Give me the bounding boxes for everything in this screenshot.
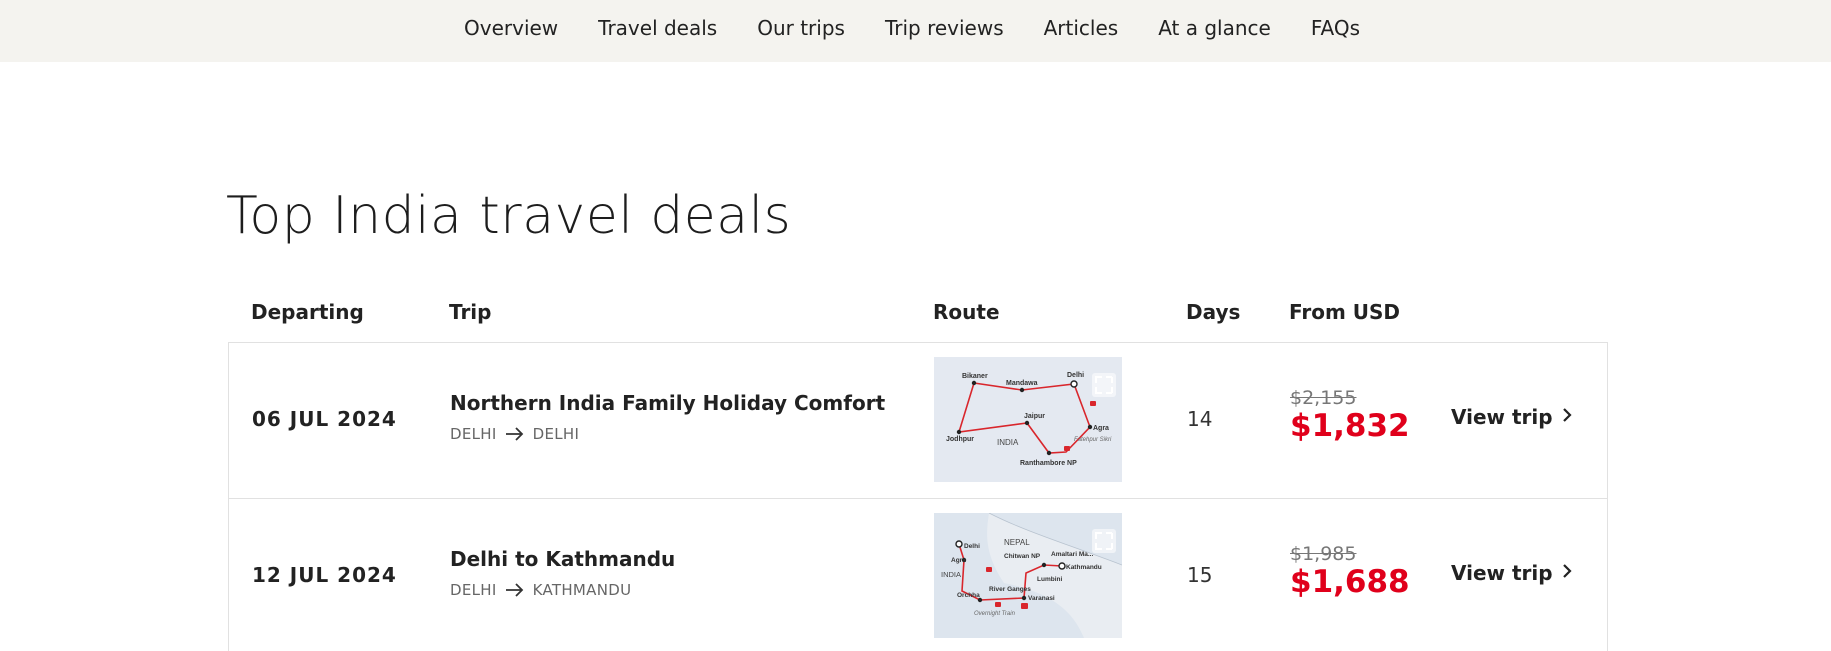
view-trip-button[interactable]: View trip — [1451, 405, 1573, 429]
map-label: River Ganges — [989, 586, 1031, 593]
top-navigation: Overview Travel deals Our trips Trip rev… — [0, 0, 1831, 62]
arrow-right-icon — [505, 583, 525, 597]
map-label: Delhi — [964, 543, 980, 550]
header-trip: Trip — [449, 300, 492, 324]
map-label: Overnight Train — [974, 611, 1016, 617]
price-cell: $1,985 $1,688 — [1290, 543, 1410, 601]
map-label: Orchha — [957, 592, 980, 599]
table-body: 06 JUL 2024 Northern India Family Holida… — [228, 342, 1608, 651]
map-label: Delhi — [1067, 372, 1084, 379]
trip-days: 14 — [1187, 407, 1213, 431]
arrow-right-icon — [505, 427, 525, 441]
page-title: Top India travel deals — [226, 186, 792, 246]
header-price: From USD — [1289, 300, 1401, 324]
map-label: Lumbini — [1037, 576, 1062, 583]
expand-icon[interactable] — [1092, 373, 1116, 397]
header-route: Route — [933, 300, 1000, 324]
trip-cell: Delhi to Kathmandu DELHI KATHMANDU — [450, 547, 675, 599]
nav-overview[interactable]: Overview — [464, 16, 558, 40]
sale-price: $1,832 — [1290, 408, 1410, 444]
expand-icon[interactable] — [1092, 529, 1116, 553]
map-label: Amaltari Ma... — [1051, 551, 1093, 558]
trip-endpoints: DELHI DELHI — [450, 425, 885, 443]
map-label: Fatehpur Sikri — [1074, 437, 1112, 443]
map-label: INDIA — [997, 438, 1019, 447]
map-label: Bikaner — [962, 373, 988, 380]
map-label: Chitwan NP — [1004, 553, 1041, 560]
trip-start: DELHI — [450, 581, 497, 599]
sale-price: $1,688 — [1290, 564, 1410, 600]
map-label: Ranthambore NP — [1020, 460, 1077, 467]
table-row: 06 JUL 2024 Northern India Family Holida… — [229, 343, 1607, 499]
trip-end: DELHI — [532, 425, 580, 443]
map-label: Jodhpur — [946, 436, 974, 443]
trip-end: KATHMANDU — [532, 581, 632, 599]
route-map[interactable]: Bikaner Mandawa Delhi Jaipur Agra Fatehp… — [934, 357, 1122, 482]
map-label: Kathmandu — [1066, 564, 1102, 571]
view-trip-label: View trip — [1451, 405, 1553, 429]
map-label: INDIA — [941, 570, 961, 579]
original-price: $1,985 — [1290, 543, 1357, 565]
nav-at-a-glance[interactable]: At a glance — [1158, 16, 1271, 40]
route-map-graphic: Delhi NEPAL Agra Chitwan NP Amaltari Ma.… — [934, 513, 1122, 638]
trip-name[interactable]: Northern India Family Holiday Comfort — [450, 391, 885, 415]
view-trip-button[interactable]: View trip — [1451, 561, 1573, 585]
header-days: Days — [1186, 300, 1241, 324]
nav-our-trips[interactable]: Our trips — [757, 16, 845, 40]
nav-list: Overview Travel deals Our trips Trip rev… — [464, 16, 1360, 40]
route-map[interactable]: Delhi NEPAL Agra Chitwan NP Amaltari Ma.… — [934, 513, 1122, 638]
chevron-right-icon — [1561, 563, 1573, 583]
nav-travel-deals[interactable]: Travel deals — [598, 16, 717, 40]
trip-start: DELHI — [450, 425, 497, 443]
table-row: 12 JUL 2024 Delhi to Kathmandu DELHI KAT… — [229, 499, 1607, 651]
route-map-graphic: Bikaner Mandawa Delhi Jaipur Agra Fatehp… — [934, 357, 1122, 482]
price-cell: $2,155 $1,832 — [1290, 387, 1410, 445]
trip-name[interactable]: Delhi to Kathmandu — [450, 547, 675, 571]
trip-endpoints: DELHI KATHMANDU — [450, 581, 675, 599]
table-header: Departing Trip Route Days From USD — [228, 292, 1608, 342]
header-departing: Departing — [251, 300, 364, 324]
trip-days: 15 — [1187, 563, 1213, 587]
trip-cell: Northern India Family Holiday Comfort DE… — [450, 391, 885, 443]
map-label: Agra — [1093, 425, 1109, 432]
map-label: Jaipur — [1024, 413, 1045, 420]
nav-trip-reviews[interactable]: Trip reviews — [885, 16, 1004, 40]
map-label: Varanasi — [1028, 595, 1055, 602]
departure-date: 12 JUL 2024 — [252, 563, 397, 587]
nav-articles[interactable]: Articles — [1044, 16, 1119, 40]
map-label: Agra — [951, 557, 966, 564]
chevron-right-icon — [1561, 407, 1573, 427]
view-trip-label: View trip — [1451, 561, 1553, 585]
deals-table: Departing Trip Route Days From USD 06 JU… — [228, 292, 1608, 651]
original-price: $2,155 — [1290, 387, 1357, 409]
departure-date: 06 JUL 2024 — [252, 407, 397, 431]
nav-faqs[interactable]: FAQs — [1311, 16, 1360, 40]
map-label: Mandawa — [1006, 380, 1038, 387]
map-label: NEPAL — [1004, 538, 1030, 547]
